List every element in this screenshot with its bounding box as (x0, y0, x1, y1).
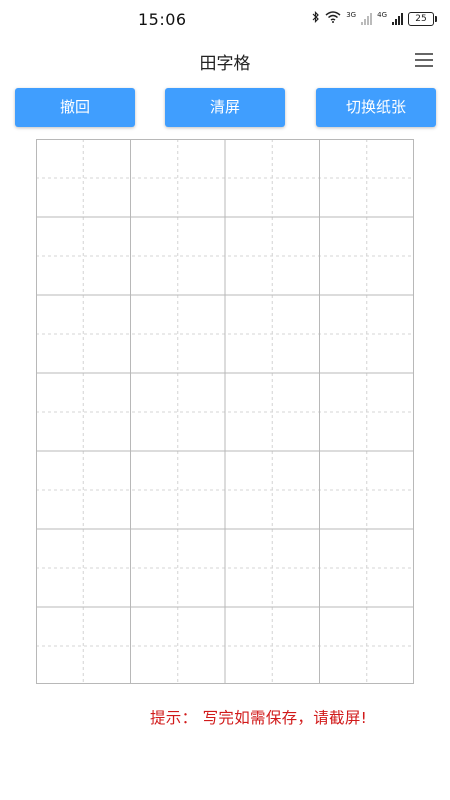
switch-paper-button[interactable]: 切换纸张 (316, 88, 436, 127)
nav-bar: 田字格 (0, 38, 450, 82)
battery-icon: 25 (408, 11, 437, 26)
undo-button[interactable]: 撤回 (15, 88, 135, 127)
signal-3g-icon (361, 12, 373, 25)
page-title: 田字格 (199, 54, 251, 74)
writing-canvas[interactable] (36, 139, 414, 684)
signal-4g-icon (392, 12, 403, 25)
status-time: 15:06 (138, 10, 187, 29)
toolbar: 撤回 清屏 切换纸张 (15, 88, 436, 127)
network-3g-label: 3G (346, 10, 357, 19)
clear-button[interactable]: 清屏 (165, 88, 285, 127)
hint-text: 提示： 写完如需保存，请截屏! (150, 709, 368, 727)
status-icons: 3G 4G 25 (312, 10, 437, 26)
status-bar: 15:06 3G 4G 25 (0, 0, 450, 38)
bluetooth-icon (312, 11, 320, 26)
network-4g-label: 4G (377, 10, 387, 19)
tianzige-grid (36, 139, 414, 684)
wifi-icon (325, 11, 341, 26)
battery-level: 25 (415, 13, 427, 24)
menu-icon[interactable] (415, 53, 433, 67)
